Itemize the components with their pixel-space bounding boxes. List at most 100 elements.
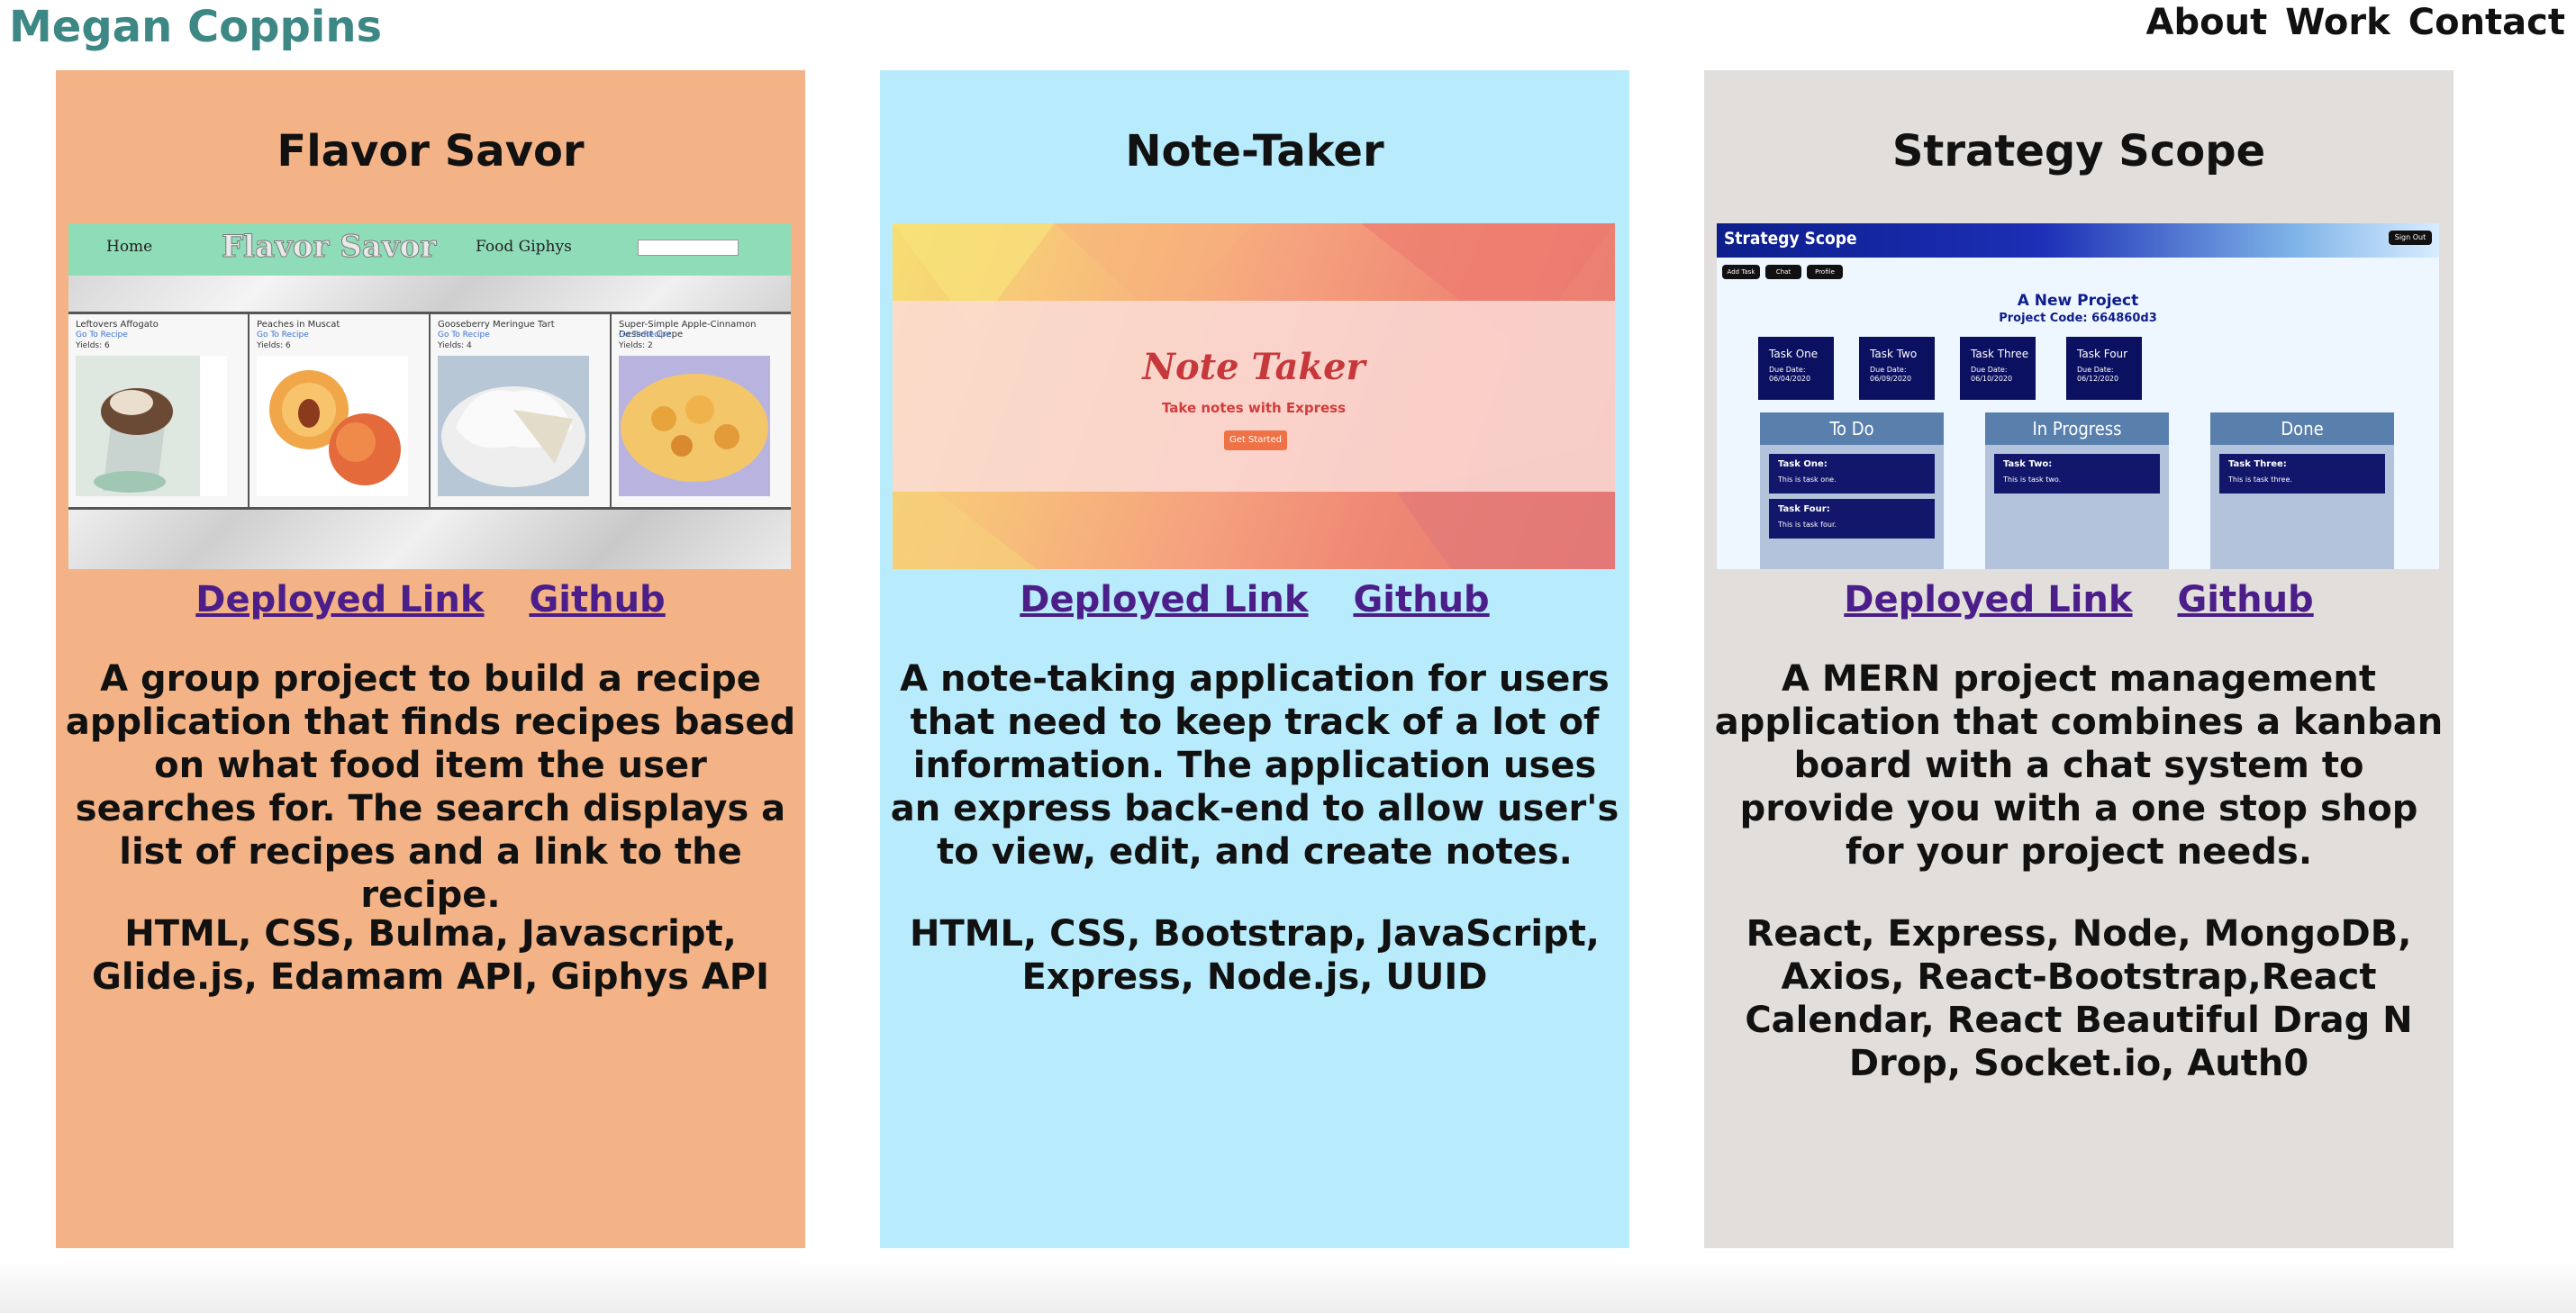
screenshot-title: Note Taker: [1142, 346, 1365, 388]
project-links: Deployed Link Github: [56, 575, 805, 625]
screenshot-subtitle: Take notes with Express: [1161, 400, 1347, 416]
project-description: A note-taking application for users that…: [890, 658, 1619, 873]
project-description: A group project to build a recipe applic…: [65, 658, 796, 916]
github-link[interactable]: Github: [529, 579, 665, 620]
project-card-note-taker: Note-Taker Note Taker Take notes with Ex…: [880, 70, 1629, 1248]
deployed-link[interactable]: Deployed Link: [195, 579, 484, 620]
peaches-image: [257, 356, 408, 496]
task-name: Task Four: [2077, 348, 2128, 360]
screenshot-app-title: Strategy Scope: [1724, 229, 1857, 249]
screenshot-jumbotron: [893, 301, 1615, 492]
screenshot-sign-out-button: Sign Out: [2389, 231, 2432, 245]
recipe-link: Go To Recipe: [438, 331, 490, 340]
screenshot-task-card: Task Three Due Date: 06/10/2020: [1960, 337, 2036, 400]
kanban-item-text: This is task one.: [1778, 475, 1837, 484]
screenshot-search-field: [638, 240, 739, 256]
screenshot-get-started-button: Get Started: [1224, 430, 1287, 450]
screenshot-add-task-button: Add Task: [1722, 265, 1760, 279]
project-tech-stack: HTML, CSS, Bootstrap, JavaScript, Expres…: [909, 913, 1601, 998]
main-nav: About Work Contact: [2146, 0, 2565, 45]
recipe-title: Gooseberry Meringue Tart: [438, 320, 555, 330]
kanban-item-title: Task Four:: [1778, 504, 1830, 514]
project-title: Flavor Savor: [277, 126, 585, 177]
project-description: A MERN project management application th…: [1714, 658, 2444, 873]
site-brand[interactable]: Megan Coppins: [9, 0, 382, 54]
recipe-link: Go To Recipe: [76, 331, 128, 340]
task-name: Task Three: [1971, 348, 2029, 360]
project-links: Deployed Link Github: [1704, 575, 2454, 625]
recipe-link: Go To Recipe: [257, 331, 309, 340]
recipe-yields: Yields: 2: [619, 341, 653, 350]
nav-contact[interactable]: Contact: [2408, 0, 2565, 45]
task-name: Task Two: [1870, 348, 1918, 360]
crepe-image: [619, 356, 770, 496]
screenshot-kanban-column: In Progress Task Two: This is task two.: [1985, 412, 2169, 569]
deployed-link[interactable]: Deployed Link: [1020, 579, 1308, 620]
task-due-label: Due Date:: [1769, 366, 1806, 374]
screenshot-kanban-column: To Do Task One: This is task one. Task F…: [1760, 412, 1944, 569]
recipe-yields: Yields: 6: [257, 341, 291, 350]
task-due-label: Due Date:: [1870, 366, 1907, 374]
screenshot-header: Strategy Scope Sign Out: [1717, 223, 2439, 258]
project-screenshot: Strategy Scope Sign Out Add Task Chat Pr…: [1717, 223, 2439, 569]
affogato-image: [76, 356, 227, 496]
screenshot-recipe-card: Gooseberry Meringue Tart Go To Recipe Yi…: [431, 314, 612, 507]
screenshot-nav-giphys: Food Giphys: [476, 238, 572, 256]
task-due-date: 06/10/2020: [1971, 375, 2013, 383]
screenshot-navbar: Home Flavor Savor Food Giphys: [68, 223, 791, 276]
screenshot-recipe-card: Peaches in Muscat Go To Recipe Yields: 6: [249, 314, 431, 507]
screenshot-recipe-card: Leftovers Affogato Go To Recipe Yields: …: [68, 314, 249, 507]
task-due-label: Due Date:: [2077, 366, 2114, 374]
screenshot-recipe-card: Super-Simple Apple-Cinnamon Dessert Crep…: [612, 314, 791, 507]
screenshot-project-code: Project Code: 664860d3: [1999, 312, 2157, 325]
meringue-tart-image: [438, 356, 589, 496]
kanban-column-header: Done: [2210, 412, 2394, 445]
kanban-item-title: Task Three:: [2228, 459, 2287, 469]
kanban-item: Task Four: This is task four.: [1769, 499, 1935, 539]
github-link[interactable]: Github: [1353, 579, 1489, 620]
recipe-title: Peaches in Muscat: [257, 320, 340, 330]
kanban-item: Task One: This is task one.: [1769, 454, 1935, 494]
page-bottom-fade: [0, 1259, 2576, 1313]
project-title: Note-Taker: [1125, 126, 1384, 177]
screenshot-task-card: Task One Due Date: 06/04/2020: [1758, 337, 1834, 400]
project-tech-stack: React, Express, Node, MongoDB, Axios, Re…: [1745, 913, 2413, 1084]
kanban-column-header: To Do: [1760, 412, 1944, 445]
deployed-link[interactable]: Deployed Link: [1844, 579, 2132, 620]
screenshot-chat-button: Chat: [1765, 265, 1801, 279]
kanban-item-text: This is task two.: [2003, 475, 2062, 484]
kanban-item-title: Task Two:: [2003, 459, 2053, 469]
screenshot-task-card: Task Two Due Date: 06/09/2020: [1859, 337, 1935, 400]
screenshot-nav-home: Home: [106, 238, 153, 256]
task-due-date: 06/04/2020: [1769, 375, 1811, 383]
screenshot-task-card: Task Four Due Date: 06/12/2020: [2066, 337, 2142, 400]
kanban-item-text: This is task three.: [2228, 475, 2292, 484]
recipe-link: Go To Recipe: [619, 331, 671, 340]
kanban-column-header: In Progress: [1985, 412, 2169, 445]
screenshot-profile-button: Profile: [1807, 265, 1843, 279]
screenshot-kanban-column: Done Task Three: This is task three.: [2210, 412, 2394, 569]
project-title: Strategy Scope: [1891, 126, 2266, 177]
project-tech-stack: HTML, CSS, Bulma, Javascript, Glide.js, …: [92, 913, 769, 998]
screenshot-logo: Flavor Savor: [221, 229, 437, 266]
github-link[interactable]: Github: [2177, 579, 2313, 620]
kanban-item: Task Three: This is task three.: [2219, 454, 2385, 494]
kanban-item-title: Task One:: [1778, 459, 1828, 469]
nav-about[interactable]: About: [2146, 0, 2268, 45]
nav-work[interactable]: Work: [2285, 0, 2390, 45]
recipe-yields: Yields: 4: [438, 341, 472, 350]
screenshot-project-title: A New Project: [2017, 292, 2139, 310]
project-links: Deployed Link Github: [880, 575, 1629, 625]
project-card-flavor-savor: Flavor Savor Home Flavor Savor Food Giph…: [56, 70, 805, 1248]
screenshot-marble-background: Leftovers Affogato Go To Recipe Yields: …: [68, 276, 791, 569]
kanban-item: Task Two: This is task two.: [1994, 454, 2160, 494]
project-screenshot: Home Flavor Savor Food Giphys Leftovers …: [68, 223, 791, 569]
recipe-title: Leftovers Affogato: [76, 320, 159, 330]
task-due-date: 06/09/2020: [1870, 375, 1912, 383]
task-due-label: Due Date:: [1971, 366, 2008, 374]
project-card-strategy-scope: Strategy Scope Strategy Scope Sign Out A…: [1704, 70, 2454, 1248]
kanban-item-text: This is task four.: [1778, 521, 1837, 529]
screenshot-recipe-row: Leftovers Affogato Go To Recipe Yields: …: [68, 312, 791, 510]
recipe-yields: Yields: 6: [76, 341, 110, 350]
task-due-date: 06/12/2020: [2077, 375, 2119, 383]
